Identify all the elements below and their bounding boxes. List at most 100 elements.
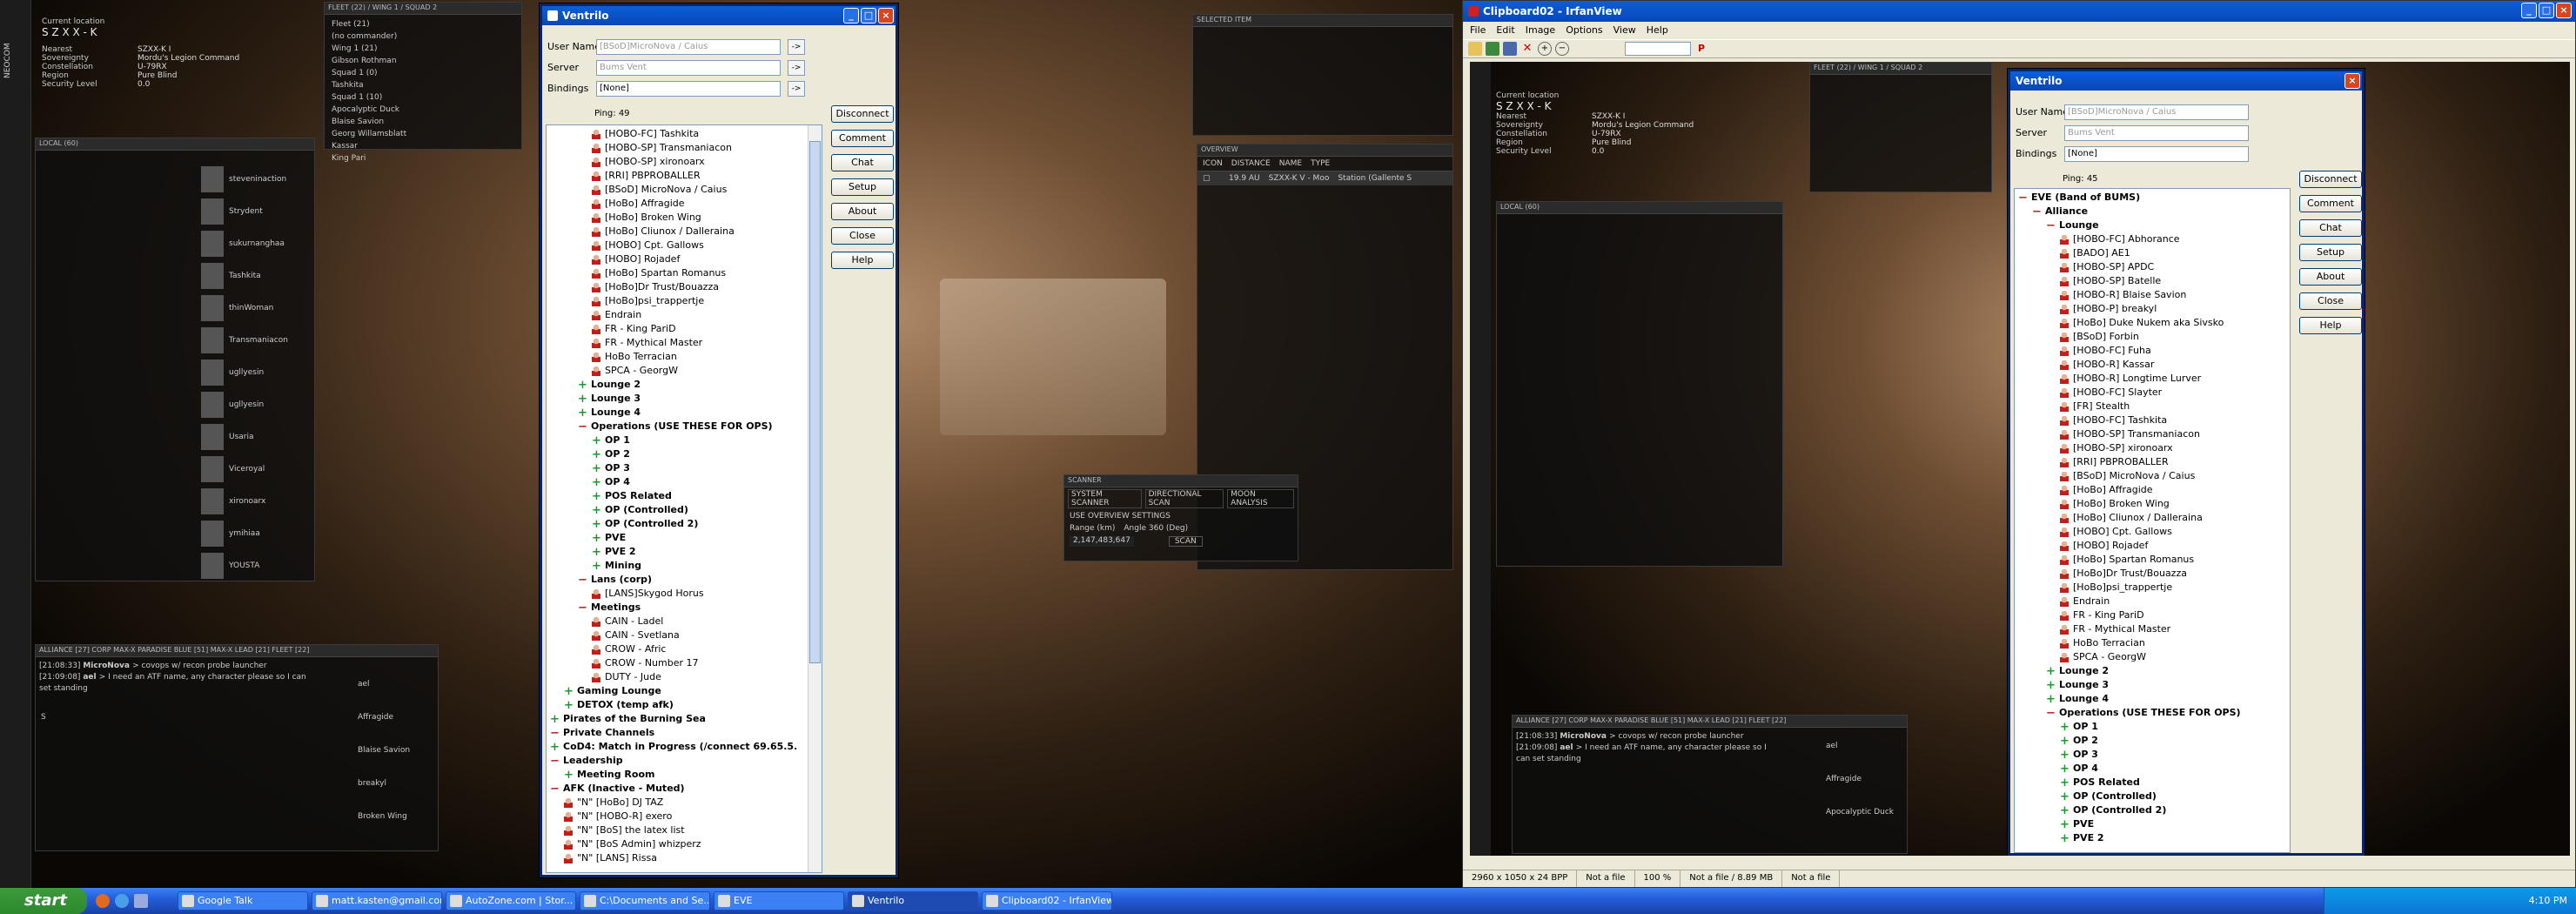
collapse-icon[interactable]: −: [578, 421, 587, 433]
local-member[interactable]: Tashkita: [201, 259, 310, 292]
expand-icon[interactable]: +: [564, 686, 574, 697]
overview-column-header[interactable]: NAME: [1279, 159, 1302, 168]
tree-row[interactable]: + Gaming Lounge: [550, 684, 822, 698]
firefox-icon[interactable]: [96, 894, 110, 908]
tree-row[interactable]: [HOBO] Rojadef: [550, 252, 822, 266]
chat-tabs[interactable]: ALLIANCE [27] CORP MAX-X PARADISE BLUE […: [36, 645, 438, 657]
expand-icon[interactable]: +: [578, 407, 587, 419]
fleet-row[interactable]: Blaise Savion: [332, 116, 514, 128]
scanner-use-overview[interactable]: USE OVERVIEW SETTINGS: [1064, 510, 1298, 522]
maximize-icon[interactable]: □: [861, 8, 876, 24]
fleet-row[interactable]: Squad 1 (0): [332, 67, 514, 79]
fleet-row[interactable]: (no commander): [332, 30, 514, 43]
tree-row[interactable]: "N" [BoS Admin] whizperz: [550, 837, 822, 851]
expand-icon[interactable]: +: [592, 435, 601, 447]
ie-icon[interactable]: [115, 894, 129, 908]
fleet-row[interactable]: Tashkita: [332, 79, 514, 91]
tree-row[interactable]: − Operations (USE THESE FOR OPS): [550, 420, 822, 433]
tree-row[interactable]: + DETOX (temp afk): [550, 698, 822, 712]
expand-icon[interactable]: +: [592, 449, 601, 460]
tree-row[interactable]: + OP 2: [550, 447, 822, 461]
tree-row[interactable]: + Meeting Room: [550, 768, 822, 782]
tree-row[interactable]: FR - King PariD: [550, 322, 822, 336]
server-arrow-button[interactable]: ->: [788, 60, 805, 76]
local-member[interactable]: Transmaniacon: [201, 324, 310, 356]
taskbar-item[interactable]: matt.kasten@gmail.com: [312, 891, 442, 911]
overview-column-header[interactable]: TYPE: [1311, 159, 1330, 168]
irfanview-titlebar[interactable]: Clipboard02 - IrfanView _ □ ×: [1463, 1, 2575, 22]
scanner-angle[interactable]: Angle 360 (Deg): [1124, 524, 1188, 533]
tree-row[interactable]: DUTY - Jude: [550, 670, 822, 684]
tree-row[interactable]: + Lounge 2: [550, 378, 822, 392]
tree-row[interactable]: CAIN - Svetlana: [550, 628, 822, 642]
zoom-in-icon[interactable]: +: [1538, 42, 1552, 56]
delete-icon[interactable]: ✕: [1520, 42, 1534, 56]
tree-row[interactable]: Endrain: [550, 308, 822, 322]
zoom-out-icon[interactable]: −: [1555, 42, 1569, 56]
tree-row[interactable]: + Mining: [550, 559, 822, 573]
expand-icon[interactable]: +: [592, 491, 601, 502]
tree-row[interactable]: + OP 4: [550, 475, 822, 489]
tree-row[interactable]: [HoBo] Affragide: [550, 197, 822, 211]
setup-button[interactable]: Setup: [831, 178, 894, 196]
fleet-chat-member[interactable]: Blaise Savion: [358, 746, 436, 779]
expand-icon[interactable]: +: [592, 547, 601, 558]
fleet-chat-member[interactable]: Broken Wing: [358, 812, 436, 845]
tree-row[interactable]: [HOBO-FC] Tashkita: [550, 127, 822, 141]
collapse-icon[interactable]: −: [550, 783, 560, 795]
tree-row[interactable]: + OP 1: [550, 433, 822, 447]
user-name-field[interactable]: [BSoD]MicroNova / Caius: [596, 39, 781, 55]
scanner-tab[interactable]: DIRECTIONAL SCAN: [1144, 489, 1224, 508]
tree-row[interactable]: + Lounge 3: [550, 392, 822, 406]
minimize-icon[interactable]: _: [843, 8, 859, 24]
local-member[interactable]: YOUSTA: [201, 549, 310, 581]
menu-item[interactable]: Options: [1566, 24, 1602, 37]
location-value[interactable]: S Z X X - K: [42, 26, 303, 38]
tree-row[interactable]: [RRI] PBPROBALLER: [550, 169, 822, 183]
tree-row[interactable]: "N" [HoBo] DJ TAZ: [550, 796, 822, 810]
overview-row[interactable]: ▢ 19.9 AU SZXX-K V - Moo Station (Gallen…: [1197, 171, 1452, 185]
irfan-minimize-icon[interactable]: _: [2521, 3, 2537, 18]
ventrilo-titlebar[interactable]: Ventrilo _ □ ×: [542, 6, 896, 25]
fleet-row[interactable]: Apocalyptic Duck: [332, 104, 514, 116]
expand-icon[interactable]: +: [550, 742, 560, 753]
fleet-row[interactable]: Wing 1 (21): [332, 43, 514, 55]
expand-icon[interactable]: +: [578, 380, 587, 391]
tree-row[interactable]: + CoD4: Match in Progress (/connect 69.65…: [550, 740, 822, 754]
tree-row[interactable]: SPCA - GeorgW: [550, 364, 822, 378]
taskbar-item[interactable]: EVE: [714, 891, 844, 911]
user-name-arrow-button[interactable]: ->: [788, 39, 805, 55]
local-member[interactable]: sukurnanghaa: [201, 227, 310, 259]
fleet-chat-member[interactable]: ael: [358, 680, 436, 713]
expand-icon[interactable]: +: [592, 477, 601, 488]
tree-row[interactable]: − AFK (Inactive - Muted): [550, 782, 822, 796]
local-member[interactable]: thinWoman: [201, 292, 310, 324]
tree-row[interactable]: [HoBo] Broken Wing: [550, 211, 822, 225]
local-member[interactable]: Usaria: [201, 420, 310, 453]
menu-item[interactable]: Edit: [1496, 24, 1514, 37]
tree-row[interactable]: + OP (Controlled 2): [550, 517, 822, 531]
menu-item[interactable]: File: [1470, 24, 1486, 37]
channel-tree-scrollbar[interactable]: [808, 125, 822, 872]
tree-row[interactable]: "N" [HOBO-R] exero: [550, 810, 822, 823]
taskbar-item[interactable]: Ventrilo: [848, 891, 978, 911]
fleet-chat-member[interactable]: breakyl: [358, 779, 436, 812]
chat-prompt[interactable]: S: [41, 713, 46, 722]
menu-item[interactable]: View: [1613, 24, 1636, 37]
tree-row[interactable]: FR - Mythical Master: [550, 336, 822, 350]
expand-icon[interactable]: +: [592, 561, 601, 572]
save-icon[interactable]: [1503, 42, 1517, 56]
tree-row[interactable]: + OP (Controlled): [550, 503, 822, 517]
overview-column-header[interactable]: DISTANCE: [1231, 159, 1271, 168]
tree-row[interactable]: − Private Channels: [550, 726, 822, 740]
tree-row[interactable]: − Leadership: [550, 754, 822, 768]
local-member[interactable]: xironoarx: [201, 485, 310, 517]
local-member[interactable]: Strydent: [201, 195, 310, 227]
close-icon[interactable]: ×: [878, 8, 894, 24]
help-button[interactable]: Help: [831, 252, 894, 269]
expand-icon[interactable]: +: [550, 714, 560, 725]
expand-icon[interactable]: +: [564, 700, 574, 711]
collapse-icon[interactable]: −: [578, 575, 587, 586]
disconnect-button[interactable]: Disconnect: [831, 105, 894, 123]
tree-row[interactable]: − Lans (corp): [550, 573, 822, 587]
